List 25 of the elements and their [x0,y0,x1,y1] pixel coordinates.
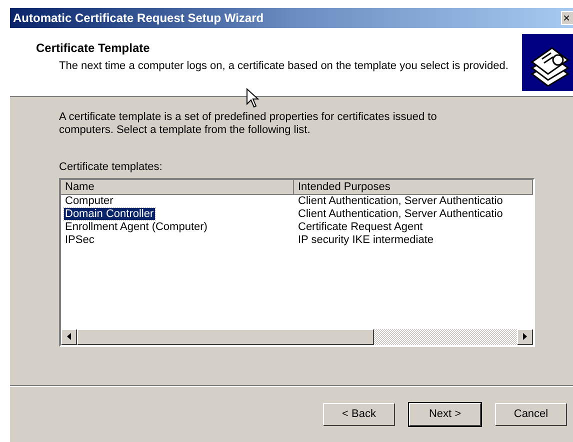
wizard-button[interactable]: Cancel [495,402,567,426]
wizard-button[interactable]: Next > [409,402,481,426]
window-title: Automatic Certificate Request Setup Wizard [13,10,264,27]
column-header[interactable]: Intended Purposes [294,180,533,194]
scroll-left-button[interactable] [61,328,77,344]
right-arrow-icon [523,333,527,340]
scroll-right-button[interactable] [517,328,533,344]
list-label: Certificate templates: [59,160,164,175]
intended-purposes: IP security IKE intermediate [297,234,435,246]
template-name[interactable]: Enrollment Agent (Computer) [64,220,208,232]
intro-text: A certificate template is a set of predefined properties for certificates issued to computers. Select a template from the following list. [59,111,438,137]
page-title: Certificate Template [36,40,151,57]
intended-purposes: Certificate Request Agent [297,220,424,234]
scroll-thumb[interactable] [77,328,374,344]
intended-purposes: Client Authentication, Server Authenticatio [297,194,504,208]
page-subtitle: The next time a computer logs on, a certificate based on the template you select is provided. [58,59,510,73]
column-header[interactable]: Name [61,180,294,194]
template-name[interactable]: Domain Controller [64,208,155,220]
wizard-button[interactable]: < Back [323,402,395,426]
template-name[interactable]: IPSec [64,234,96,246]
template-name[interactable]: Computer [64,194,114,206]
intended-purposes: Client Authentication, Server Authenticatio [297,208,504,220]
close-button[interactable]: × [561,11,573,25]
left-arrow-icon [67,333,71,340]
horizontal-scrollbar[interactable] [61,328,533,344]
